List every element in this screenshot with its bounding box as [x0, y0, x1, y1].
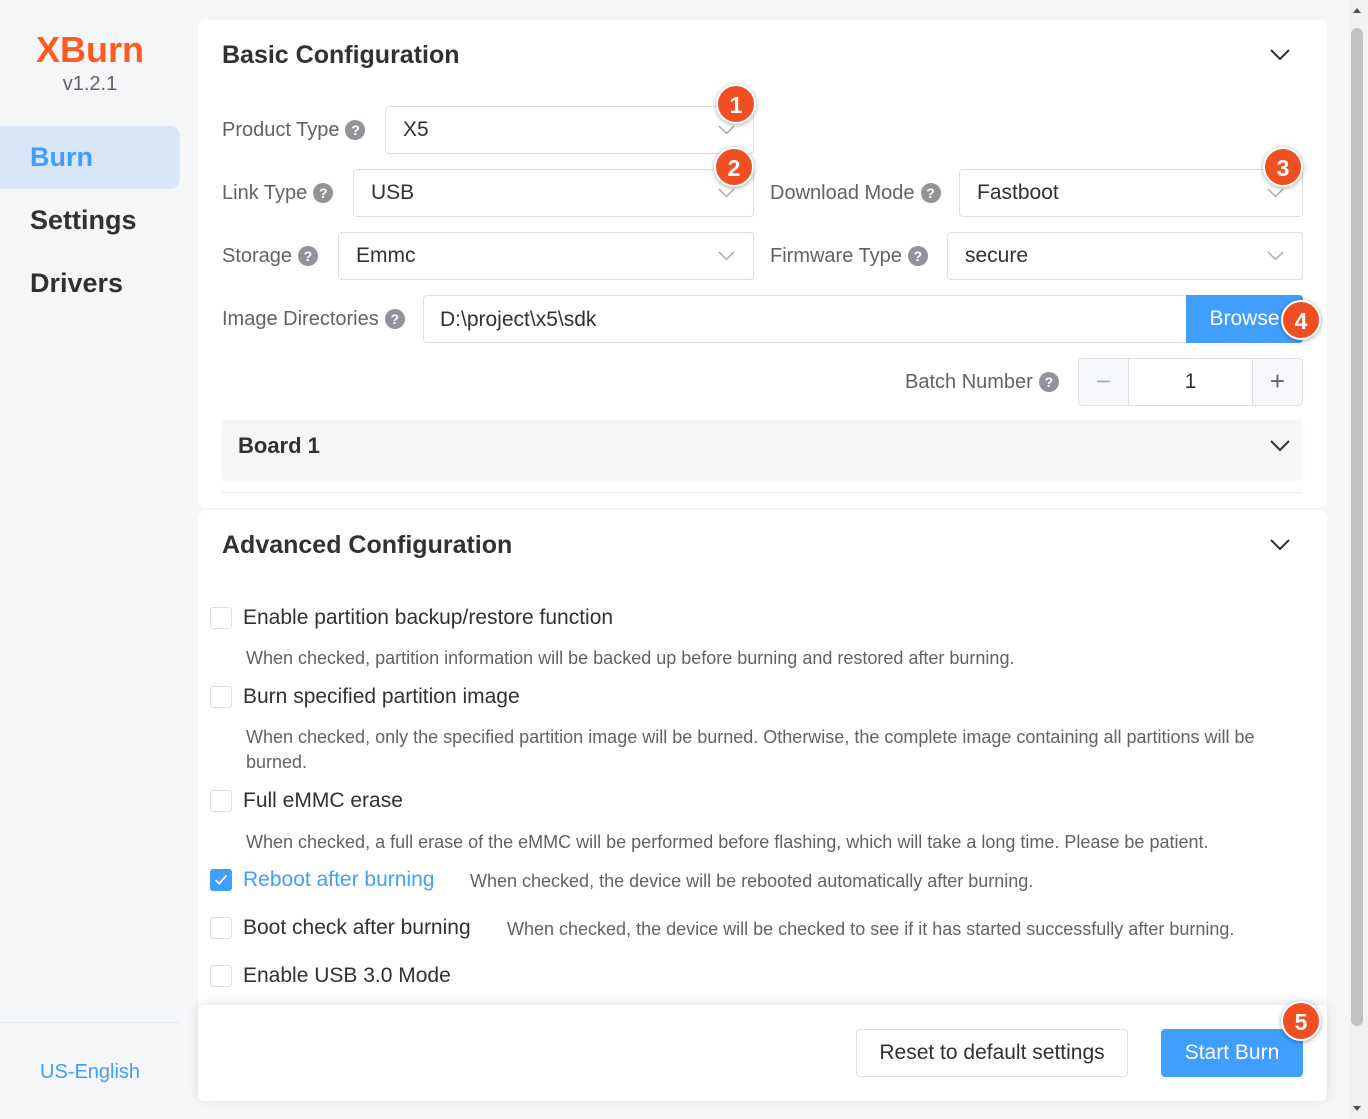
chevron-down-icon	[1267, 188, 1284, 198]
advanced-configuration-title: Advanced Configuration	[222, 531, 513, 559]
sidebar-item-drivers[interactable]: Drivers	[0, 252, 180, 315]
sidebar-item-burn[interactable]: Burn	[0, 126, 180, 189]
firmware-type-select[interactable]: secure	[947, 232, 1303, 280]
scrollbar-thumb[interactable]	[1351, 28, 1363, 1026]
partition-backup-checkbox[interactable]	[210, 607, 232, 629]
board-title: Board 1	[238, 433, 320, 458]
help-icon[interactable]: ?	[1038, 372, 1059, 392]
reboot-after-burning-label[interactable]: Reboot after burning	[243, 868, 434, 892]
scroll-down-arrow-icon[interactable]	[1352, 1103, 1362, 1113]
storage-label: Storage?	[222, 244, 319, 268]
board-panel[interactable]: Board 1	[222, 420, 1302, 478]
batch-number-value[interactable]: 1	[1129, 370, 1252, 394]
chevron-down-icon	[1267, 251, 1284, 261]
download-mode-select[interactable]: Fastboot	[959, 169, 1303, 217]
usb3-mode-label[interactable]: Enable USB 3.0 Mode	[243, 964, 451, 988]
help-icon[interactable]: ?	[920, 183, 941, 203]
annotation-badge-1: 1	[716, 84, 756, 124]
chevron-down-icon	[718, 251, 735, 261]
check-icon	[214, 874, 228, 885]
burn-specified-partition-checkbox[interactable]	[210, 686, 232, 708]
burn-specified-partition-label[interactable]: Burn specified partition image	[243, 685, 520, 709]
full-emmc-erase-checkbox[interactable]	[210, 790, 232, 812]
reboot-after-burning-checkbox[interactable]	[210, 869, 232, 891]
partition-backup-label[interactable]: Enable partition backup/restore function	[243, 606, 613, 630]
full-emmc-erase-label[interactable]: Full eMMC erase	[243, 789, 403, 813]
app-logo: XBurn	[36, 29, 144, 70]
decrement-button[interactable]: −	[1079, 359, 1129, 405]
advanced-configuration-card: Advanced Configuration Enable partition …	[198, 510, 1327, 1030]
image-directory-input[interactable]: D:\project\x5\sdk	[423, 295, 1187, 343]
full-emmc-erase-description: When checked, a full erase of the eMMC w…	[246, 832, 1209, 852]
app-version: v1.2.1	[62, 73, 118, 95]
annotation-badge-2: 2	[714, 147, 754, 187]
help-icon[interactable]: ?	[298, 246, 319, 266]
help-icon[interactable]: ?	[384, 309, 405, 329]
help-icon[interactable]: ?	[313, 183, 334, 203]
usb3-mode-checkbox[interactable]	[210, 965, 232, 987]
help-icon[interactable]: ?	[345, 120, 366, 140]
start-burn-button[interactable]: Start Burn	[1161, 1029, 1303, 1077]
action-bar: Reset to default settings Start Burn	[198, 1005, 1327, 1101]
chevron-down-icon	[718, 125, 735, 135]
reboot-after-burning-description: When checked, the device will be reboote…	[470, 871, 1034, 891]
boot-check-description: When checked, the device will be checked…	[507, 919, 1235, 939]
chevron-down-icon[interactable]	[1269, 439, 1291, 453]
annotation-badge-5: 5	[1281, 1001, 1321, 1041]
chevron-down-icon[interactable]	[1269, 48, 1291, 62]
increment-button[interactable]: +	[1252, 359, 1302, 405]
basic-configuration-card: Basic Configuration Product Type? X5 Lin…	[198, 20, 1327, 508]
help-icon[interactable]: ?	[907, 246, 928, 266]
link-type-select[interactable]: USB	[353, 169, 754, 217]
download-mode-label: Download Mode?	[770, 181, 941, 205]
firmware-type-label: Firmware Type?	[770, 244, 928, 268]
burn-specified-partition-description: When checked, only the specified partiti…	[246, 727, 1255, 772]
scroll-up-arrow-icon[interactable]	[1352, 6, 1362, 16]
product-type-select[interactable]: X5	[385, 106, 754, 154]
storage-select[interactable]: Emmc	[338, 232, 754, 280]
sidebar-item-settings[interactable]: Settings	[0, 189, 180, 252]
annotation-badge-4: 4	[1281, 300, 1321, 340]
sidebar-divider	[0, 1022, 180, 1023]
annotation-badge-3: 3	[1263, 147, 1303, 187]
sidebar: XBurn v1.2.1 Burn Settings Drivers US-En…	[0, 0, 196, 1119]
basic-configuration-title: Basic Configuration	[222, 41, 460, 69]
boot-check-label[interactable]: Boot check after burning	[243, 916, 471, 940]
batch-number-stepper: − 1 +	[1078, 358, 1303, 406]
partition-backup-description: When checked, partition information will…	[246, 648, 1015, 668]
chevron-down-icon[interactable]	[1269, 538, 1291, 552]
link-type-label: Link Type?	[222, 181, 334, 205]
boot-check-checkbox[interactable]	[210, 917, 232, 939]
chevron-down-icon	[718, 188, 735, 198]
product-type-label: Product Type?	[222, 118, 366, 142]
reset-defaults-button[interactable]: Reset to default settings	[856, 1029, 1128, 1077]
image-directories-label: Image Directories?	[222, 307, 405, 331]
language-selector[interactable]: US-English	[40, 1060, 140, 1084]
batch-number-label: Batch Number?	[905, 370, 1059, 394]
divider	[222, 492, 1302, 493]
